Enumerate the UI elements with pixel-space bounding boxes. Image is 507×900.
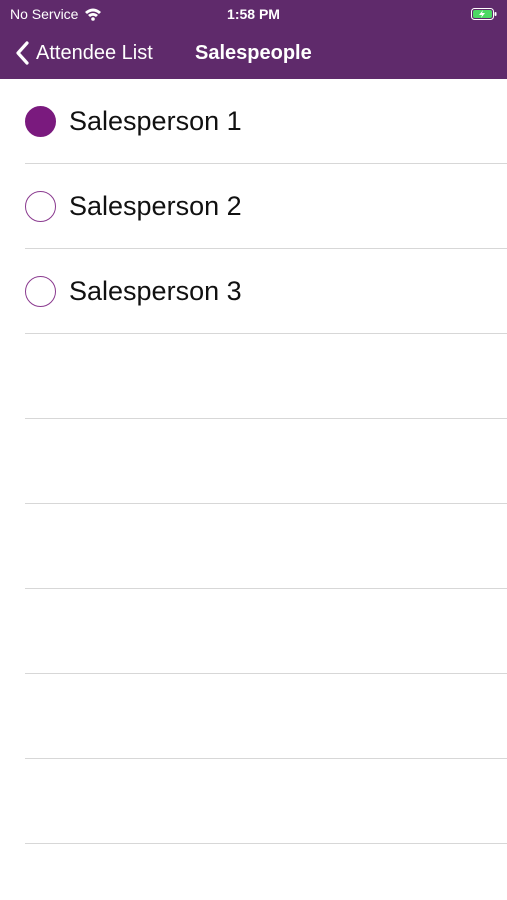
- chevron-left-icon: [16, 41, 29, 65]
- header: No Service 1:58 PM Attendee List Salespe…: [0, 0, 507, 79]
- divider: [25, 843, 507, 844]
- empty-row: [0, 759, 507, 844]
- empty-row: [0, 419, 507, 504]
- radio-button[interactable]: [25, 276, 56, 307]
- back-label: Attendee List: [36, 41, 153, 64]
- back-button[interactable]: Attendee List: [14, 38, 153, 68]
- empty-row: [0, 504, 507, 589]
- status-bar: No Service 1:58 PM: [0, 0, 507, 28]
- list-item-salesperson-3[interactable]: Salesperson 3: [0, 249, 507, 334]
- empty-row: [0, 589, 507, 674]
- radio-button[interactable]: [25, 191, 56, 222]
- navigation-bar: Attendee List Salespeople: [0, 28, 507, 79]
- list-item-label: Salesperson 2: [69, 191, 242, 221]
- empty-row: [0, 334, 507, 419]
- page-title: Salespeople: [195, 42, 312, 64]
- list-item-salesperson-2[interactable]: Salesperson 2: [0, 164, 507, 249]
- list-item-salesperson-1[interactable]: Salesperson 1: [0, 79, 507, 164]
- salespeople-list: Salesperson 1 Salesperson 2 Salesperson …: [0, 79, 507, 844]
- list-item-label: Salesperson 1: [69, 106, 242, 136]
- empty-row: [0, 674, 507, 759]
- radio-button-selected[interactable]: [25, 106, 56, 137]
- status-time: 1:58 PM: [227, 6, 280, 22]
- salespeople-screen: No Service 1:58 PM Attendee List Salespe…: [0, 0, 507, 900]
- list-item-label: Salesperson 3: [69, 276, 242, 306]
- battery-charging-icon: [471, 8, 497, 20]
